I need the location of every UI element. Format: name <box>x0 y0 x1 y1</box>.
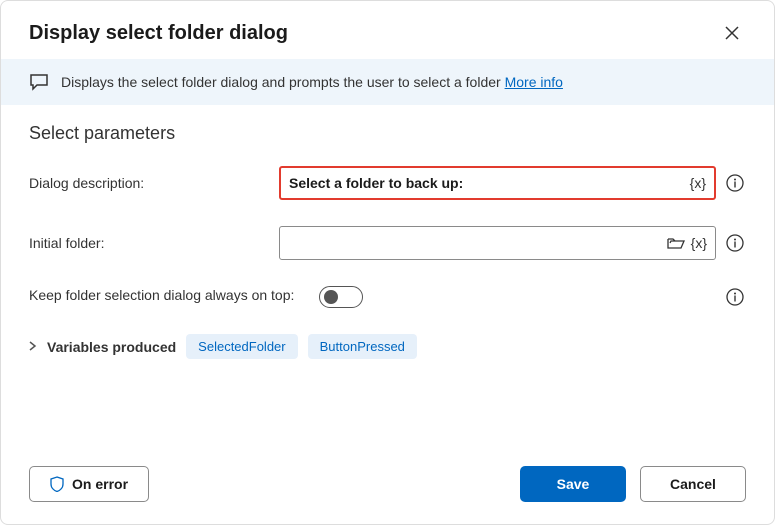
shield-icon <box>50 476 64 492</box>
chevron-right-icon[interactable] <box>29 340 37 354</box>
close-icon <box>725 26 739 40</box>
dialog-title: Display select folder dialog <box>29 22 288 45</box>
on-error-button[interactable]: On error <box>29 466 149 502</box>
cancel-button[interactable]: Cancel <box>640 466 746 502</box>
variables-produced-row: Variables produced SelectedFolder Button… <box>29 334 746 359</box>
toggle-knob <box>324 290 338 304</box>
initial-folder-input[interactable] <box>288 235 661 251</box>
banner-text: Displays the select folder dialog and pr… <box>61 74 563 90</box>
info-banner: Displays the select folder dialog and pr… <box>1 59 774 105</box>
info-icon <box>726 174 744 192</box>
info-button[interactable] <box>724 286 746 308</box>
initial-folder-label: Initial folder: <box>29 235 269 251</box>
info-button[interactable] <box>724 232 746 254</box>
info-icon <box>726 234 744 252</box>
section-title: Select parameters <box>29 123 746 144</box>
variable-icon[interactable]: {x} <box>691 235 707 251</box>
save-button[interactable]: Save <box>520 466 626 502</box>
dialog-description-row: Dialog description: {x} <box>29 166 746 200</box>
dialog-description-label: Dialog description: <box>29 175 269 191</box>
folder-browse-icon[interactable] <box>667 236 685 250</box>
info-icon <box>726 288 744 306</box>
dialog-description-input-box[interactable]: {x} <box>279 166 716 200</box>
close-button[interactable] <box>718 19 746 47</box>
variable-chip[interactable]: SelectedFolder <box>186 334 297 359</box>
dialog-footer: On error Save Cancel <box>1 450 774 524</box>
initial-folder-row: Initial folder: {x} <box>29 226 746 260</box>
initial-folder-input-box[interactable]: {x} <box>279 226 716 260</box>
dialog-description-input[interactable] <box>289 175 684 191</box>
parameters-section: Select parameters Dialog description: {x… <box>1 105 774 450</box>
keep-on-top-row: Keep folder selection dialog always on t… <box>29 286 746 308</box>
variable-chip[interactable]: ButtonPressed <box>308 334 417 359</box>
more-info-link[interactable]: More info <box>505 74 563 90</box>
dialog-header: Display select folder dialog <box>1 1 774 59</box>
keep-on-top-toggle[interactable] <box>319 286 363 308</box>
variables-label: Variables produced <box>47 339 176 355</box>
variable-icon[interactable]: {x} <box>690 175 706 191</box>
keep-on-top-label: Keep folder selection dialog always on t… <box>29 286 309 306</box>
info-button[interactable] <box>724 172 746 194</box>
comment-icon <box>29 73 49 91</box>
